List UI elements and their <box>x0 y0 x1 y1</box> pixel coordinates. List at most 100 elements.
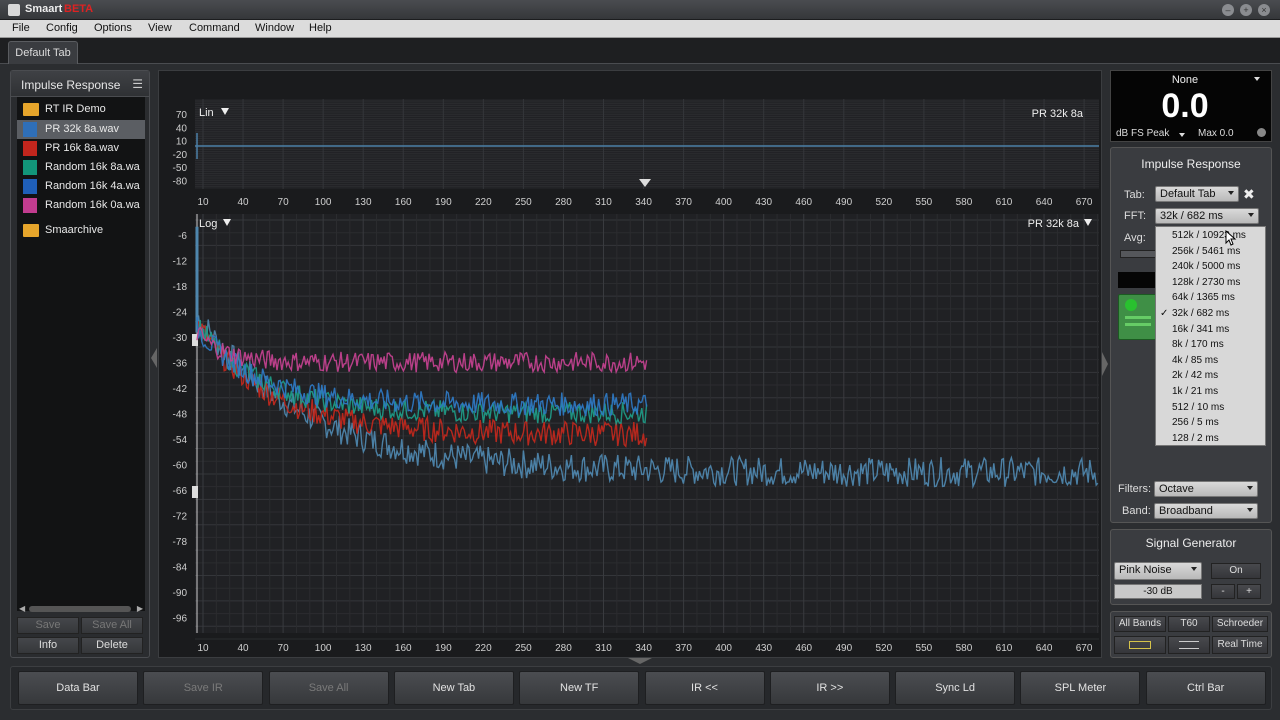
menu-view[interactable]: View <box>148 22 172 34</box>
save-button[interactable]: Save <box>17 617 79 634</box>
view-mode-1-button[interactable] <box>1114 636 1166 654</box>
scroll-left-icon[interactable]: ◀ <box>19 604 25 613</box>
signal-level-field[interactable]: -30 dB <box>1114 584 1202 599</box>
fft-dropdown-menu: 512k / 10923 ms 256k / 5461 ms 240k / 5000… <box>1155 226 1266 446</box>
scroll-thumb[interactable] <box>29 606 131 612</box>
fft-option[interactable]: 2k / 42 ms <box>1156 368 1265 383</box>
linear-plot: 10 40 70 100 130 160 190 220 250 280 310 340 370 400 4… <box>173 99 1099 208</box>
signal-on-button[interactable]: On <box>1211 563 1261 579</box>
collapse-bottom-icon[interactable] <box>628 658 652 664</box>
hamburger-menu-icon[interactable]: ☰ <box>132 77 143 91</box>
menu-options[interactable]: Options <box>94 22 132 34</box>
input-status-tile[interactable] <box>1118 294 1158 340</box>
file-tree: RT IR Demo PR 32k 8a.wav PR 16k 8a.wav Rand… <box>17 97 145 611</box>
sync-ld-button[interactable]: Sync Ld <box>895 671 1016 705</box>
fft-option-label: 8k / 170 ms <box>1172 339 1224 351</box>
data-bar-button[interactable]: Data Bar <box>18 671 138 705</box>
menu-file[interactable]: File <box>12 22 30 34</box>
filters-select[interactable]: Octave <box>1154 481 1258 497</box>
list-item[interactable]: Random 16k 4a.wa <box>17 177 145 196</box>
menu-command[interactable]: Command <box>189 22 240 34</box>
fft-option[interactable]: 1k / 21 ms <box>1156 384 1265 399</box>
fft-option[interactable]: 128 / 2 ms <box>1156 431 1265 446</box>
y-tick-label: -6 <box>178 231 187 242</box>
menu-config[interactable]: Config <box>46 22 78 34</box>
tools-icon[interactable]: ✖ <box>1243 186 1255 203</box>
list-item[interactable]: Random 16k 0a.wa <box>17 196 145 215</box>
meter-indicator[interactable] <box>1257 128 1266 137</box>
new-tf-button[interactable]: New TF <box>519 671 640 705</box>
all-bands-button[interactable]: All Bands <box>1114 616 1166 632</box>
y-tick-label: 10 <box>176 137 188 148</box>
real-time-button[interactable]: Real Time <box>1212 636 1268 654</box>
x-tick-label: 130 <box>355 643 372 654</box>
close-icon[interactable]: × <box>1258 4 1270 16</box>
menu-window[interactable]: Window <box>255 22 294 34</box>
tab-default[interactable]: Default Tab <box>8 41 78 64</box>
list-item[interactable]: RT IR Demo <box>17 100 145 119</box>
x-tick-label: 550 <box>916 197 933 208</box>
t60-button[interactable]: T60 <box>1168 616 1210 632</box>
x-tick-label: 520 <box>876 197 893 208</box>
delete-button[interactable]: Delete <box>81 637 143 654</box>
fft-option[interactable]: 512k / 10923 ms <box>1156 228 1265 243</box>
signal-type-value: Pink Noise <box>1119 564 1172 576</box>
signal-type-select[interactable]: Pink Noise <box>1114 562 1202 580</box>
menu-help[interactable]: Help <box>309 22 332 34</box>
list-item-label: PR 32k 8a.wav <box>45 123 119 135</box>
scroll-right-icon[interactable]: ▶ <box>137 604 143 613</box>
save-all-button[interactable]: Save All <box>268 671 389 705</box>
dark-display <box>1118 272 1158 288</box>
file-tree-scrollbar[interactable]: ◀ ▶ <box>19 603 143 613</box>
x-tick-label: 370 <box>675 197 692 208</box>
ir-button[interactable]: IR << <box>644 671 765 705</box>
y-tick-label: -36 <box>173 359 188 370</box>
fft-option[interactable]: 240k / 5000 ms <box>1156 259 1265 274</box>
spl-meter-button[interactable]: SPL Meter <box>1020 671 1141 705</box>
fft-option[interactable]: 256 / 5 ms <box>1156 415 1265 430</box>
list-item[interactable]: Random 16k 8a.wa <box>17 158 145 177</box>
log-scale-label: Log <box>199 218 217 230</box>
fft-select-value: 32k / 682 ms <box>1160 210 1223 222</box>
meter-unit-dropdown-icon[interactable] <box>1179 133 1185 137</box>
save-all-button[interactable]: Save All <box>81 617 143 634</box>
ir-button[interactable]: IR >> <box>769 671 890 705</box>
info-button[interactable]: Info <box>17 637 79 654</box>
band-select[interactable]: Broadband <box>1154 503 1258 519</box>
list-item[interactable]: PR 32k 8a.wav <box>17 120 145 139</box>
schroeder-button[interactable]: Schroeder <box>1212 616 1268 632</box>
view-mode-2-button[interactable] <box>1168 636 1210 654</box>
fft-select[interactable]: 32k / 682 ms <box>1155 208 1259 224</box>
collapse-right-icon[interactable] <box>1102 352 1108 376</box>
avg-control[interactable] <box>1120 250 1158 258</box>
tab-select[interactable]: Default Tab <box>1155 186 1239 202</box>
list-item[interactable]: PR 16k 8a.wav <box>17 139 145 158</box>
ctrl-bar-button[interactable]: Ctrl Bar <box>1145 671 1266 705</box>
y-tick-label: -60 <box>173 461 188 472</box>
collapse-left-icon[interactable] <box>151 348 157 368</box>
list-item-label: Smaarchive <box>45 224 104 236</box>
meter-unit[interactable]: dB FS Peak <box>1116 128 1169 139</box>
new-tab-button[interactable]: New Tab <box>393 671 514 705</box>
minimize-icon[interactable]: – <box>1222 4 1234 16</box>
list-item[interactable]: Smaarchive <box>17 221 145 240</box>
log-plot: -6 -12 -18 -24 -30 -36 -42 -48 -54 -60 -66 -72 -78 -8… <box>173 214 1112 654</box>
band-label: Band: <box>1122 505 1151 517</box>
fft-option[interactable]: 256k / 5461 ms <box>1156 244 1265 259</box>
level-plus-button[interactable]: + <box>1237 584 1261 599</box>
lines-icon <box>1179 641 1199 649</box>
level-minus-button[interactable]: - <box>1211 584 1235 599</box>
fft-option[interactable]: 512 / 10 ms <box>1156 400 1265 415</box>
fft-option[interactable]: 16k / 341 ms <box>1156 322 1265 337</box>
fft-option[interactable]: 64k / 1365 ms <box>1156 290 1265 305</box>
save-ir-button[interactable]: Save IR <box>143 671 264 705</box>
fft-option[interactable]: 8k / 170 ms <box>1156 337 1265 352</box>
maximize-icon[interactable]: + <box>1240 4 1252 16</box>
meter-source-dropdown-icon[interactable] <box>1254 77 1260 81</box>
fft-option[interactable]: ✓ 32k / 682 ms <box>1156 306 1265 321</box>
meter-source[interactable]: None <box>1111 74 1259 86</box>
fft-option[interactable]: 4k / 85 ms <box>1156 353 1265 368</box>
plots-svg[interactable]: 10 40 70 100 130 160 190 220 250 280 310 340 370 400 4… <box>159 71 1112 659</box>
tab-strip: Default Tab <box>0 38 1280 64</box>
fft-option[interactable]: 128k / 2730 ms <box>1156 275 1265 290</box>
